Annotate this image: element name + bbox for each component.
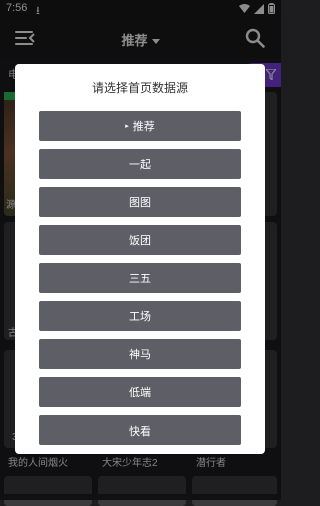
source-option[interactable]: 低端 [39, 377, 241, 407]
source-option[interactable]: 工场 [39, 301, 241, 331]
option-label: 图图 [129, 196, 151, 209]
source-option[interactable]: 一起 [39, 149, 241, 179]
source-picker-dialog: 请选择首页数据源 ▸ 推荐 一起 图图 饭团 三五 工场 神马 低端 快看 [15, 64, 265, 454]
source-option-selected[interactable]: ▸ 推荐 [39, 111, 241, 141]
option-label: 三五 [129, 272, 151, 285]
option-label: 神马 [129, 348, 151, 361]
option-label: 工场 [129, 310, 151, 323]
option-label: 快看 [129, 425, 151, 438]
dialog-title: 请选择首页数据源 [91, 81, 188, 95]
option-label: 推荐 [132, 120, 155, 133]
source-option[interactable]: 饭团 [39, 225, 241, 255]
option-label: 饭团 [129, 234, 151, 247]
source-option[interactable]: 神马 [39, 339, 241, 369]
selected-indicator: ▸ [125, 122, 129, 130]
option-label: 低端 [129, 386, 151, 399]
source-option[interactable]: 图图 [39, 187, 241, 217]
system-nav-bar [0, 494, 281, 500]
source-option[interactable]: 三五 [39, 263, 241, 293]
option-label: 一起 [129, 158, 151, 171]
source-option[interactable]: 快看 [39, 415, 241, 445]
